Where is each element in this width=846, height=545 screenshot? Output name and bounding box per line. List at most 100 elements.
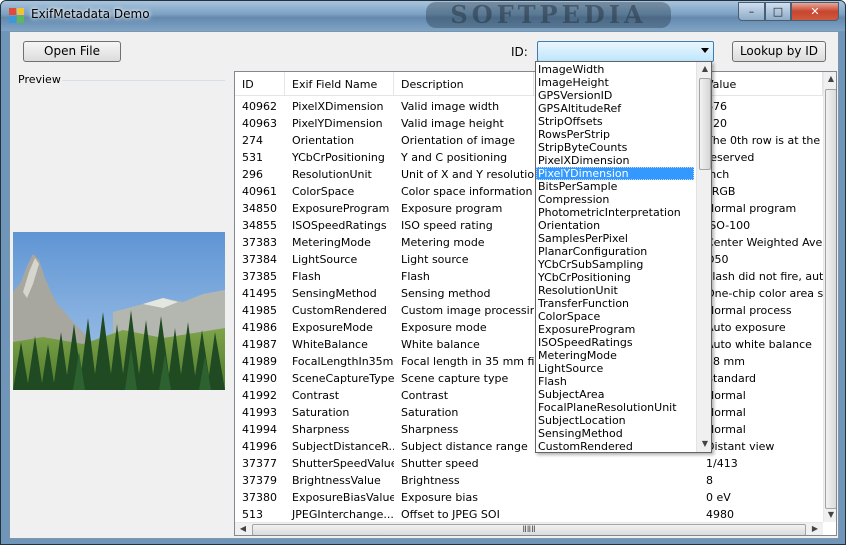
dropdown-item[interactable]: YCbCrPositioning bbox=[536, 271, 694, 284]
cell-id: 41985 bbox=[242, 304, 277, 317]
open-file-button[interactable]: Open File bbox=[23, 41, 121, 62]
dropdown-item[interactable]: Orientation bbox=[536, 219, 694, 232]
table-row[interactable]: 41987 WhiteBalance White balance Auto white… bbox=[235, 336, 823, 353]
table-row[interactable]: 41986 ExposureMode Exposure mode Auto expos… bbox=[235, 319, 823, 336]
cell-hidden bbox=[534, 472, 699, 489]
dropdown-item[interactable]: CustomRendered bbox=[536, 440, 694, 452]
cell-id: 41994 bbox=[242, 423, 277, 436]
cell-field-name: Flash bbox=[292, 270, 321, 283]
scroll-up-icon[interactable]: ▲ bbox=[698, 64, 711, 73]
cell-id: 41990 bbox=[242, 372, 277, 385]
cell-field-name: ExposureMode bbox=[292, 321, 373, 334]
scroll-right-icon[interactable]: ▶ bbox=[808, 524, 822, 533]
dropdown-item[interactable]: SubjectArea bbox=[536, 388, 694, 401]
table-row[interactable]: 34850 ExposureProgram Exposure program Norm… bbox=[235, 200, 823, 217]
scroll-down-icon[interactable]: ▼ bbox=[824, 510, 836, 519]
horizontal-scroll-thumb[interactable]: ⅡⅡⅡ bbox=[252, 524, 806, 535]
vertical-scroll-thumb[interactable] bbox=[825, 89, 836, 509]
table-row[interactable]: 513 JPEGInterchange... Offset to JPEG SOI 4… bbox=[235, 506, 823, 522]
softpedia-watermark: SOFTPEDIA bbox=[426, 2, 671, 28]
table-row[interactable]: 40961 ColorSpace Color space information sR… bbox=[235, 183, 823, 200]
chevron-down-icon[interactable] bbox=[701, 48, 709, 53]
title-bar[interactable]: ExifMetadata Demo SOFTPEDIA – □ ✕ bbox=[1, 1, 845, 31]
dropdown-item[interactable]: PlanarConfiguration bbox=[536, 245, 694, 258]
dropdown-item[interactable]: ImageWidth bbox=[536, 63, 694, 76]
dropdown-scroll-thumb[interactable] bbox=[699, 78, 711, 170]
dropdown-item[interactable]: BitsPerSample bbox=[536, 180, 694, 193]
table-row[interactable]: 296 ResolutionUnit Unit of X and Y resolut… bbox=[235, 166, 823, 183]
table-row[interactable]: 40963 PixelYDimension Valid image height 52… bbox=[235, 115, 823, 132]
id-combobox[interactable] bbox=[537, 41, 714, 62]
table-row[interactable]: 37384 LightSource Light source D50 bbox=[235, 251, 823, 268]
column-header-field-name[interactable]: Exif Field Name bbox=[285, 72, 394, 96]
dropdown-item[interactable]: StripOffsets bbox=[536, 115, 694, 128]
table-row[interactable]: 41495 SensingMethod Sensing method One-chip… bbox=[235, 285, 823, 302]
table-row[interactable]: 41994 Sharpness Sharpness Normal bbox=[235, 421, 823, 438]
cell-value: Normal bbox=[706, 406, 746, 419]
minimize-button[interactable]: – bbox=[738, 2, 765, 21]
dropdown-scrollbar[interactable]: ▲ ▼ bbox=[696, 62, 711, 452]
dropdown-item[interactable]: RowsPerStrip bbox=[536, 128, 694, 141]
table-row[interactable]: 37385 Flash Flash Flash did not fire, auto … bbox=[235, 268, 823, 285]
dropdown-item[interactable]: SensingMethod bbox=[536, 427, 694, 440]
cell-id: 531 bbox=[242, 151, 263, 164]
table-row[interactable]: 531 YCbCrPositioning Y and C positioning re… bbox=[235, 149, 823, 166]
table-row[interactable]: 41990 SceneCaptureType Scene capture type S… bbox=[235, 370, 823, 387]
dropdown-item[interactable]: FocalPlaneResolutionUnit bbox=[536, 401, 694, 414]
dropdown-item[interactable]: GPSVersionID bbox=[536, 89, 694, 102]
dropdown-item[interactable]: PixelYDimension bbox=[536, 167, 694, 180]
dropdown-item[interactable]: PixelXDimension bbox=[536, 154, 694, 167]
table-row[interactable]: 41996 SubjectDistanceR... Subject distance… bbox=[235, 438, 823, 455]
table-row[interactable]: 37379 BrightnessValue Brightness 8 bbox=[235, 472, 823, 489]
cell-field-name: Saturation bbox=[292, 406, 350, 419]
dropdown-item[interactable]: ExposureProgram bbox=[536, 323, 694, 336]
scroll-left-icon[interactable]: ◀ bbox=[236, 524, 250, 533]
column-header-value[interactable]: Value bbox=[699, 72, 823, 96]
dropdown-item[interactable]: SubjectLocation bbox=[536, 414, 694, 427]
cell-id: 41495 bbox=[242, 287, 277, 300]
table-row[interactable]: 274 Orientation Orientation of image The 0t… bbox=[235, 132, 823, 149]
table-row[interactable]: 37383 MeteringMode Metering mode Center Wei… bbox=[235, 234, 823, 251]
lookup-by-id-button[interactable]: Lookup by ID bbox=[732, 41, 826, 62]
table-row[interactable]: 41992 Contrast Contrast Normal bbox=[235, 387, 823, 404]
cell-hidden bbox=[534, 489, 699, 506]
close-button[interactable]: ✕ bbox=[791, 2, 839, 21]
cell-value: 8 bbox=[706, 474, 713, 487]
column-header-id[interactable]: ID bbox=[235, 72, 285, 96]
cell-field-name: WhiteBalance bbox=[292, 338, 368, 351]
dropdown-item[interactable]: ResolutionUnit bbox=[536, 284, 694, 297]
dropdown-item[interactable]: MeteringMode bbox=[536, 349, 694, 362]
table-row[interactable]: 41989 FocalLengthIn35m... Focal length in … bbox=[235, 353, 823, 370]
dropdown-item[interactable]: ISOSpeedRatings bbox=[536, 336, 694, 349]
table-row[interactable]: 41993 Saturation Saturation Normal bbox=[235, 404, 823, 421]
dropdown-item[interactable]: YCbCrSubSampling bbox=[536, 258, 694, 271]
table-vertical-scrollbar[interactable]: ▲ ▼ bbox=[823, 72, 836, 522]
dropdown-item[interactable]: Flash bbox=[536, 375, 694, 388]
cell-field-name: LightSource bbox=[292, 253, 358, 266]
dropdown-item[interactable]: LightSource bbox=[536, 362, 694, 375]
dropdown-item[interactable]: Compression bbox=[536, 193, 694, 206]
dropdown-item[interactable]: TransferFunction bbox=[536, 297, 694, 310]
table-horizontal-scrollbar[interactable]: ◀ ⅡⅡⅡ ▶ bbox=[235, 522, 823, 535]
table-row[interactable]: 41985 CustomRendered Custom image processi… bbox=[235, 302, 823, 319]
dropdown-item[interactable]: PhotometricInterpretation bbox=[536, 206, 694, 219]
cell-hidden bbox=[534, 455, 699, 472]
scroll-up-icon[interactable]: ▲ bbox=[824, 74, 836, 83]
cell-value: sRGB bbox=[706, 185, 736, 198]
table-row[interactable]: 34855 ISOSpeedRatings ISO speed rating ISO-… bbox=[235, 217, 823, 234]
cell-description: Exposure program bbox=[401, 202, 503, 215]
cell-value: D50 bbox=[706, 253, 729, 266]
dropdown-item[interactable]: StripByteCounts bbox=[536, 141, 694, 154]
scroll-down-icon[interactable]: ▼ bbox=[698, 439, 711, 448]
dropdown-item[interactable]: ImageHeight bbox=[536, 76, 694, 89]
cell-value: Auto exposure bbox=[706, 321, 786, 334]
table-row[interactable]: 37380 ExposureBiasValue Exposure bias 0 eV bbox=[235, 489, 823, 506]
table-row[interactable]: 37377 ShutterSpeedValue Shutter speed 1/413 bbox=[235, 455, 823, 472]
id-dropdown-list[interactable]: ImageWidth ImageHeight GPSVersionID GPSAlti… bbox=[535, 61, 712, 453]
maximize-button[interactable]: □ bbox=[765, 2, 791, 21]
dropdown-item[interactable]: GPSAltitudeRef bbox=[536, 102, 694, 115]
dropdown-item[interactable]: SamplesPerPixel bbox=[536, 232, 694, 245]
column-header-description[interactable]: Description bbox=[394, 72, 534, 96]
table-row[interactable]: 40962 PixelXDimension Valid image width 676 bbox=[235, 98, 823, 115]
dropdown-item[interactable]: ColorSpace bbox=[536, 310, 694, 323]
